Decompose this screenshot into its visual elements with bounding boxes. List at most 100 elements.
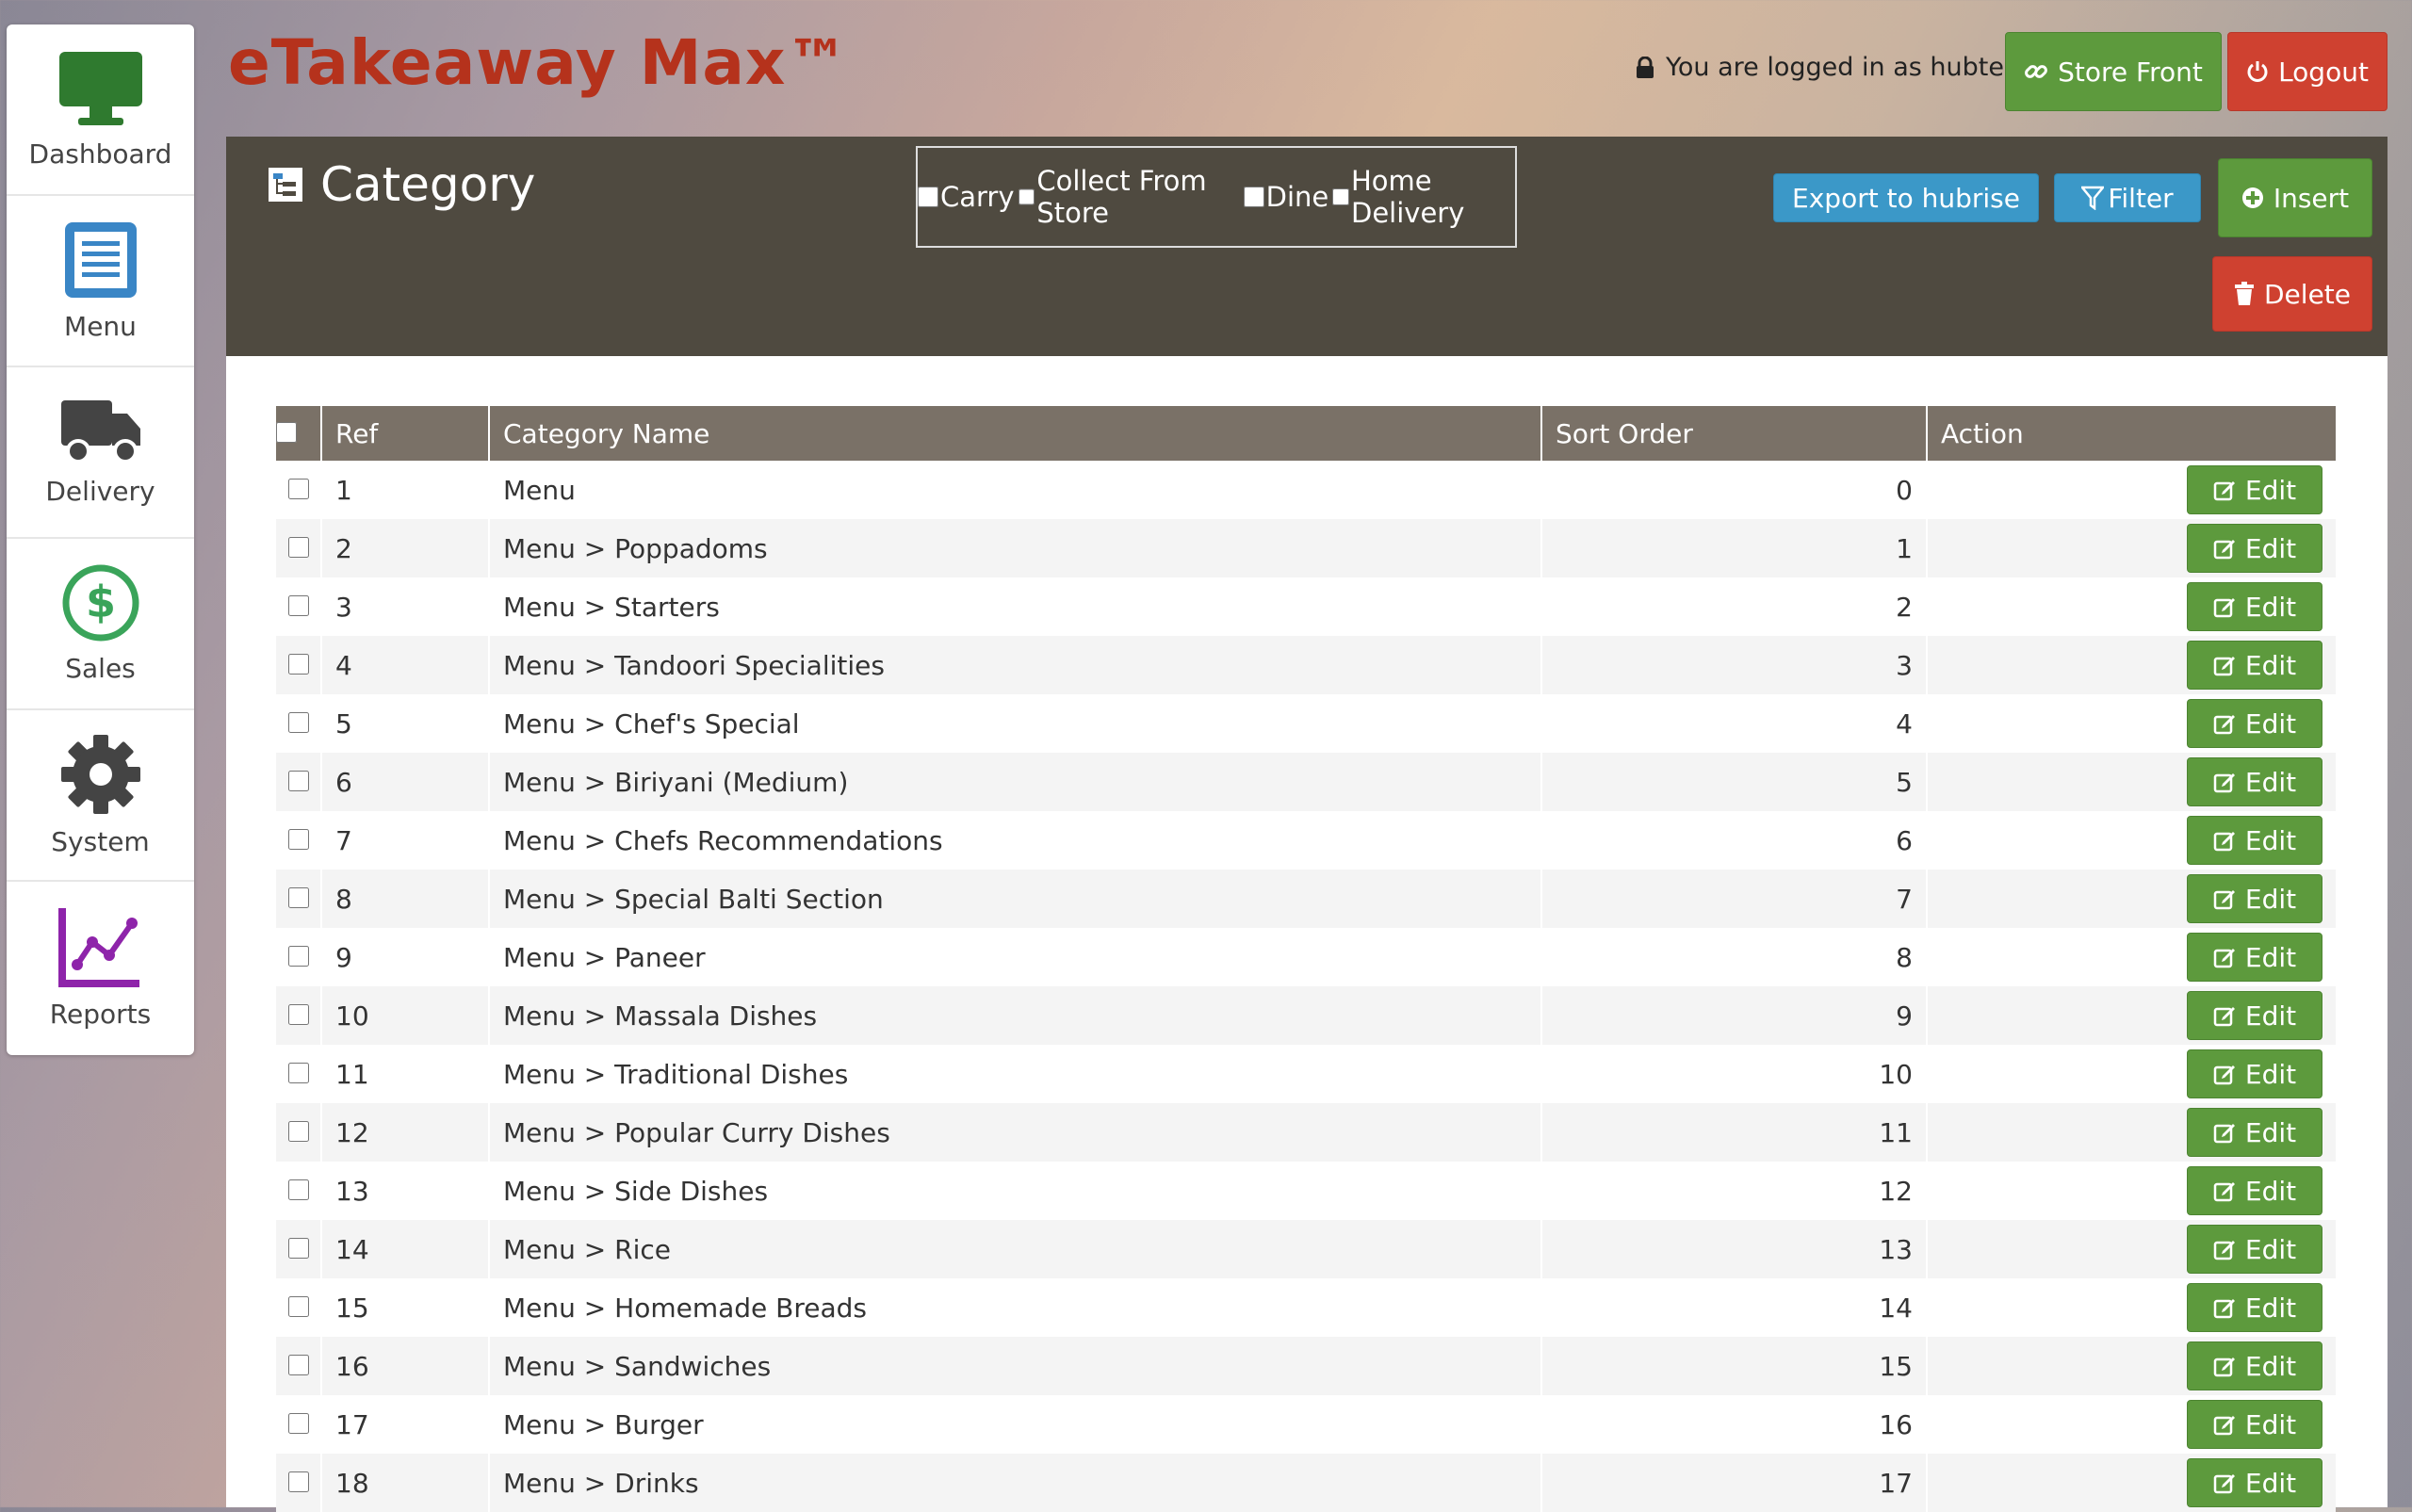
mode-carry-checkbox[interactable] <box>918 187 938 207</box>
edit-icon <box>2213 949 2235 968</box>
row-checkbox[interactable] <box>287 1412 309 1434</box>
edit-button[interactable]: Edit <box>2187 991 2322 1040</box>
edit-button[interactable]: Edit <box>2187 874 2322 923</box>
mode-home-delivery[interactable]: Home Delivery <box>1332 165 1515 229</box>
sidebar-item-label: Delivery <box>45 475 155 507</box>
row-ref: 18 <box>321 1454 490 1512</box>
row-ref: 15 <box>321 1278 490 1337</box>
row-sort-order: 0 <box>1541 461 1928 519</box>
row-checkbox[interactable] <box>287 1003 309 1025</box>
sidebar-item-label: Dashboard <box>28 138 172 170</box>
edit-button[interactable]: Edit <box>2187 465 2322 514</box>
row-category-name: Menu > Poppadoms <box>489 519 1542 577</box>
export-hubrise-button[interactable]: Export to hubrise <box>1773 173 2039 222</box>
logout-button[interactable]: Logout <box>2227 32 2388 111</box>
edit-icon <box>2213 1182 2235 1202</box>
edit-button[interactable]: Edit <box>2187 757 2322 806</box>
row-category-name: Menu <box>489 461 1542 519</box>
row-checkbox[interactable] <box>287 478 309 499</box>
edit-button[interactable]: Edit <box>2187 699 2322 748</box>
row-checkbox[interactable] <box>287 711 309 733</box>
edit-button[interactable]: Edit <box>2187 816 2322 865</box>
row-checkbox[interactable] <box>287 653 309 675</box>
row-checkbox[interactable] <box>287 594 309 616</box>
row-checkbox[interactable] <box>287 1295 309 1317</box>
mode-home-delivery-checkbox[interactable] <box>1332 187 1349 207</box>
mode-collect[interactable]: Collect From Store <box>1018 165 1240 229</box>
mode-dine-checkbox[interactable] <box>1243 187 1264 207</box>
row-ref: 8 <box>321 870 490 928</box>
row-checkbox[interactable] <box>287 1120 309 1142</box>
row-select-cell <box>276 1337 322 1395</box>
mode-collect-checkbox[interactable] <box>1018 187 1035 207</box>
row-checkbox[interactable] <box>287 536 309 558</box>
edit-button[interactable]: Edit <box>2187 1225 2322 1274</box>
edit-label: Edit <box>2244 883 2297 915</box>
mode-carry[interactable]: Carry <box>918 181 1015 213</box>
row-checkbox[interactable] <box>287 1354 309 1375</box>
lock-icon <box>1637 56 1654 78</box>
sidebar-item-sales[interactable]: $ Sales <box>7 539 194 710</box>
edit-button[interactable]: Edit <box>2187 641 2322 690</box>
row-sort-order: 15 <box>1541 1337 1928 1395</box>
row-select-cell <box>276 753 322 811</box>
edit-button[interactable]: Edit <box>2187 524 2322 573</box>
select-all-checkbox[interactable] <box>276 421 297 443</box>
header-sort-order[interactable]: Sort Order <box>1541 406 1928 461</box>
sidebar-item-reports[interactable]: Reports <box>7 882 194 1053</box>
insert-button[interactable]: Insert <box>2218 158 2372 237</box>
power-icon <box>2247 61 2268 82</box>
edit-button[interactable]: Edit <box>2187 1108 2322 1157</box>
row-category-name: Menu > Starters <box>489 577 1542 636</box>
row-checkbox[interactable] <box>287 1179 309 1200</box>
row-select-cell <box>276 1162 322 1220</box>
table-row: 5 Menu > Chef's Special 4 Edit <box>276 694 2336 753</box>
edit-icon <box>2213 598 2235 618</box>
row-sort-order: 13 <box>1541 1220 1928 1278</box>
row-sort-order: 4 <box>1541 694 1928 753</box>
row-sort-order: 12 <box>1541 1162 1928 1220</box>
sidebar-item-system[interactable]: System <box>7 710 194 882</box>
row-category-name: Menu > Paneer <box>489 928 1542 986</box>
row-checkbox[interactable] <box>287 828 309 850</box>
row-action-cell: Edit <box>1927 577 2336 636</box>
edit-button[interactable]: Edit <box>2187 1400 2322 1449</box>
filter-button[interactable]: Filter <box>2054 173 2201 222</box>
edit-button[interactable]: Edit <box>2187 1049 2322 1098</box>
edit-button[interactable]: Edit <box>2187 1283 2322 1332</box>
row-checkbox[interactable] <box>287 945 309 967</box>
row-checkbox[interactable] <box>287 1062 309 1083</box>
edit-label: Edit <box>2244 766 2297 798</box>
row-ref: 10 <box>321 986 490 1045</box>
row-sort-order: 17 <box>1541 1454 1928 1512</box>
sidebar-item-dashboard[interactable]: Dashboard <box>7 24 194 196</box>
row-checkbox[interactable] <box>287 886 309 908</box>
edit-button[interactable]: Edit <box>2187 582 2322 631</box>
gear-icon <box>60 734 140 814</box>
header-category-name[interactable]: Category Name <box>489 406 1542 461</box>
sidebar-item-menu[interactable]: Menu <box>7 196 194 367</box>
row-sort-order: 7 <box>1541 870 1928 928</box>
sidebar-item-delivery[interactable]: Delivery <box>7 367 194 539</box>
sidebar-item-label: Reports <box>49 998 152 1030</box>
row-ref: 4 <box>321 636 490 694</box>
filter-icon <box>2081 186 2105 210</box>
dollar-icon: $ <box>62 564 139 641</box>
row-sort-order: 8 <box>1541 928 1928 986</box>
row-checkbox[interactable] <box>287 770 309 791</box>
row-checkbox[interactable] <box>287 1237 309 1259</box>
edit-button[interactable]: Edit <box>2187 933 2322 982</box>
edit-icon <box>2213 1474 2235 1494</box>
header-ref[interactable]: Ref <box>321 406 490 461</box>
delete-button[interactable]: Delete <box>2212 256 2372 332</box>
edit-button[interactable]: Edit <box>2187 1166 2322 1215</box>
row-category-name: Menu > Special Balti Section <box>489 870 1542 928</box>
row-checkbox[interactable] <box>287 1471 309 1492</box>
edit-button[interactable]: Edit <box>2187 1341 2322 1390</box>
row-category-name: Menu > Drinks <box>489 1454 1542 1512</box>
row-ref: 7 <box>321 811 490 870</box>
store-front-button[interactable]: Store Front <box>2005 32 2222 111</box>
edit-button[interactable]: Edit <box>2187 1458 2322 1507</box>
mode-dine[interactable]: Dine <box>1243 181 1328 213</box>
select-all-header <box>276 406 322 461</box>
